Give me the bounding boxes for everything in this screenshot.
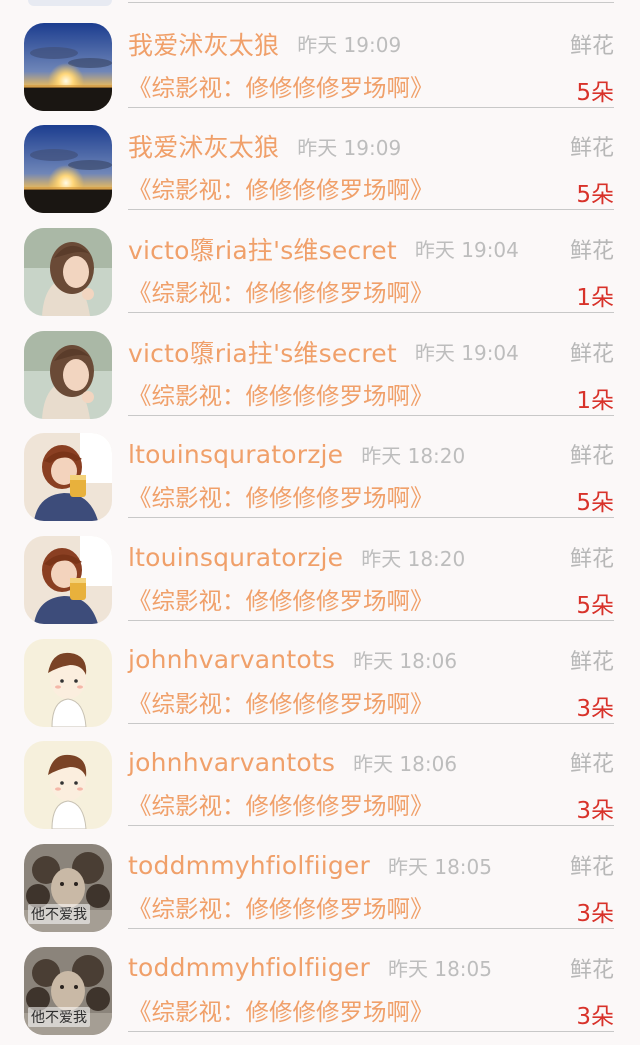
gift-type-label: 鲜花 xyxy=(569,547,614,572)
user-name[interactable]: ltouinsquratorzje xyxy=(128,543,343,572)
gift-type-label: 鲜花 xyxy=(569,957,614,983)
gift-record-row[interactable]: johnhvarvantots 昨天 18:06 鲜花《综影视：修修修修罗场啊》 3朵 xyxy=(0,619,640,727)
user-avatar[interactable] xyxy=(24,330,112,419)
gift-record-row[interactable]: 我爱沭灰太狼 昨天 19:09 鲜花《综影视：修修修修罗场啊》 5朵 xyxy=(0,105,640,214)
timestamp: 昨天 18:20 xyxy=(361,443,466,468)
gift-record-list: 我爱沭灰太狼 昨天 19:09 鲜花 《综影视：修修修修罗场啊》 5朵 我爱沭灰太狼 昨天 … xyxy=(0,0,640,1045)
gift-record-row[interactable]: victo隳ria拄's维secret 昨天 19:04 鲜花《综影视：修修修修罗场… xyxy=(0,208,640,316)
gift-type-label: 鲜花 xyxy=(569,238,614,264)
gift-count: 3朵 xyxy=(576,1003,614,1030)
gift-record-row[interactable]: 我爱沭灰太狼 昨天 19:09 鲜花《综影视：修修修修罗场啊》 5朵 xyxy=(0,3,640,111)
user-name[interactable]: victo隳ria拄's维secret xyxy=(128,231,397,267)
gift-count: 1朵 xyxy=(576,387,614,414)
gift-type-label: 鲜花 xyxy=(569,444,614,470)
book-title-link[interactable]: 《综影视：修修修修罗场啊》 xyxy=(128,890,434,924)
gift-type-label: 鲜花 xyxy=(569,33,614,59)
user-name[interactable]: ltouinsquratorzje xyxy=(128,440,343,469)
gift-record-row[interactable]: 他不爱我 toddmmyhfiolfiiger 昨天 18:05 鲜花《综影视：修修修… xyxy=(0,927,640,1035)
book-title-link[interactable]: 《综影视：修修修修罗场啊》 xyxy=(128,171,434,205)
timestamp: 昨天 18:05 xyxy=(388,854,492,879)
user-avatar[interactable] xyxy=(24,536,112,624)
timestamp: 昨天 19:04 xyxy=(414,341,519,366)
user-name[interactable]: johnhvarvantots xyxy=(128,748,335,777)
timestamp: 昨天 18:20 xyxy=(361,546,466,571)
gift-count: 3朵 xyxy=(576,695,614,722)
timestamp: 昨天 19:09 xyxy=(297,33,402,57)
user-avatar[interactable] xyxy=(24,22,112,111)
user-avatar[interactable] xyxy=(24,125,112,214)
user-avatar[interactable] xyxy=(24,227,112,316)
gift-type-label: 鲜花 xyxy=(569,855,614,881)
user-avatar[interactable] xyxy=(24,433,112,522)
user-avatar[interactable]: 他不爱我 xyxy=(24,946,112,1035)
gift-record-row[interactable]: 他不爱我 toddmmyhfiolfiiger 昨天 18:05 鲜花《综影视：修修修… xyxy=(0,824,640,933)
user-name[interactable]: toddmmyhfiolfiiger xyxy=(128,953,370,982)
gift-count: 5朵 xyxy=(576,182,614,209)
gift-record-row[interactable]: ltouinsquratorzje 昨天 18:20 鲜花《综影视：修修修修罗场啊》… xyxy=(0,413,640,522)
user-name[interactable]: 我爱沭灰太狼 xyxy=(128,128,279,164)
book-title-link[interactable]: 《综影视：修修修修罗场啊》 xyxy=(128,787,434,821)
book-title-link[interactable]: 《综影视：修修修修罗场啊》 xyxy=(128,993,434,1027)
gift-type-label: 鲜花 xyxy=(569,136,614,162)
book-title-link[interactable]: 《综影视：修修修修罗场啊》 xyxy=(128,274,434,308)
user-name[interactable]: 我爱沭灰太狼 xyxy=(128,26,279,62)
book-title-link[interactable]: 《综影视：修修修修罗场啊》 xyxy=(128,69,434,103)
book-title-link[interactable]: 《综影视：修修修修罗场啊》 xyxy=(128,479,434,513)
avatar-caption: 他不爱我 xyxy=(28,904,90,925)
user-name[interactable]: victo隳ria拄's维secret xyxy=(128,334,397,370)
gift-count: 5朵 xyxy=(576,490,614,517)
book-title-link[interactable]: 《综影视：修修修修罗场啊》 xyxy=(128,685,434,719)
gift-type-label: 鲜花 xyxy=(569,752,614,778)
timestamp: 昨天 19:09 xyxy=(297,135,402,160)
gift-record-row[interactable]: johnhvarvantots 昨天 18:06 鲜花《综影视：修修修修罗场啊》 3朵 xyxy=(0,721,640,830)
gift-count: 3朵 xyxy=(576,901,614,928)
gift-count: 1朵 xyxy=(576,284,614,311)
book-title-link[interactable]: 《综影视：修修修修罗场啊》 xyxy=(128,582,434,616)
book-title-link[interactable]: 《综影视：修修修修罗场啊》 xyxy=(128,377,434,411)
gift-count: 3朵 xyxy=(576,798,614,825)
gift-record-row[interactable]: ltouinsquratorzje 昨天 18:20 鲜花《综影视：修修修修罗场啊》… xyxy=(0,516,640,624)
gift-record-row[interactable]: victo隳ria拄's维secret 昨天 19:04 鲜花《综影视：修修修修罗场… xyxy=(0,311,640,419)
avatar-caption: 他不爱我 xyxy=(28,1006,90,1027)
row-divider xyxy=(128,1030,614,1032)
timestamp: 昨天 18:05 xyxy=(388,957,492,982)
gift-type-label: 鲜花 xyxy=(569,649,614,675)
gift-type-label: 鲜花 xyxy=(569,341,614,367)
gift-count: 5朵 xyxy=(576,79,614,106)
user-avatar[interactable] xyxy=(24,638,112,727)
timestamp: 昨天 18:06 xyxy=(353,751,458,776)
gift-count: 5朵 xyxy=(576,593,614,619)
user-avatar[interactable] xyxy=(24,741,112,830)
timestamp: 昨天 19:04 xyxy=(414,238,519,263)
user-name[interactable]: johnhvarvantots xyxy=(128,645,335,674)
user-avatar[interactable]: 他不爱我 xyxy=(24,844,112,933)
timestamp: 昨天 18:06 xyxy=(353,649,458,674)
user-name[interactable]: toddmmyhfiolfiiger xyxy=(128,851,370,880)
